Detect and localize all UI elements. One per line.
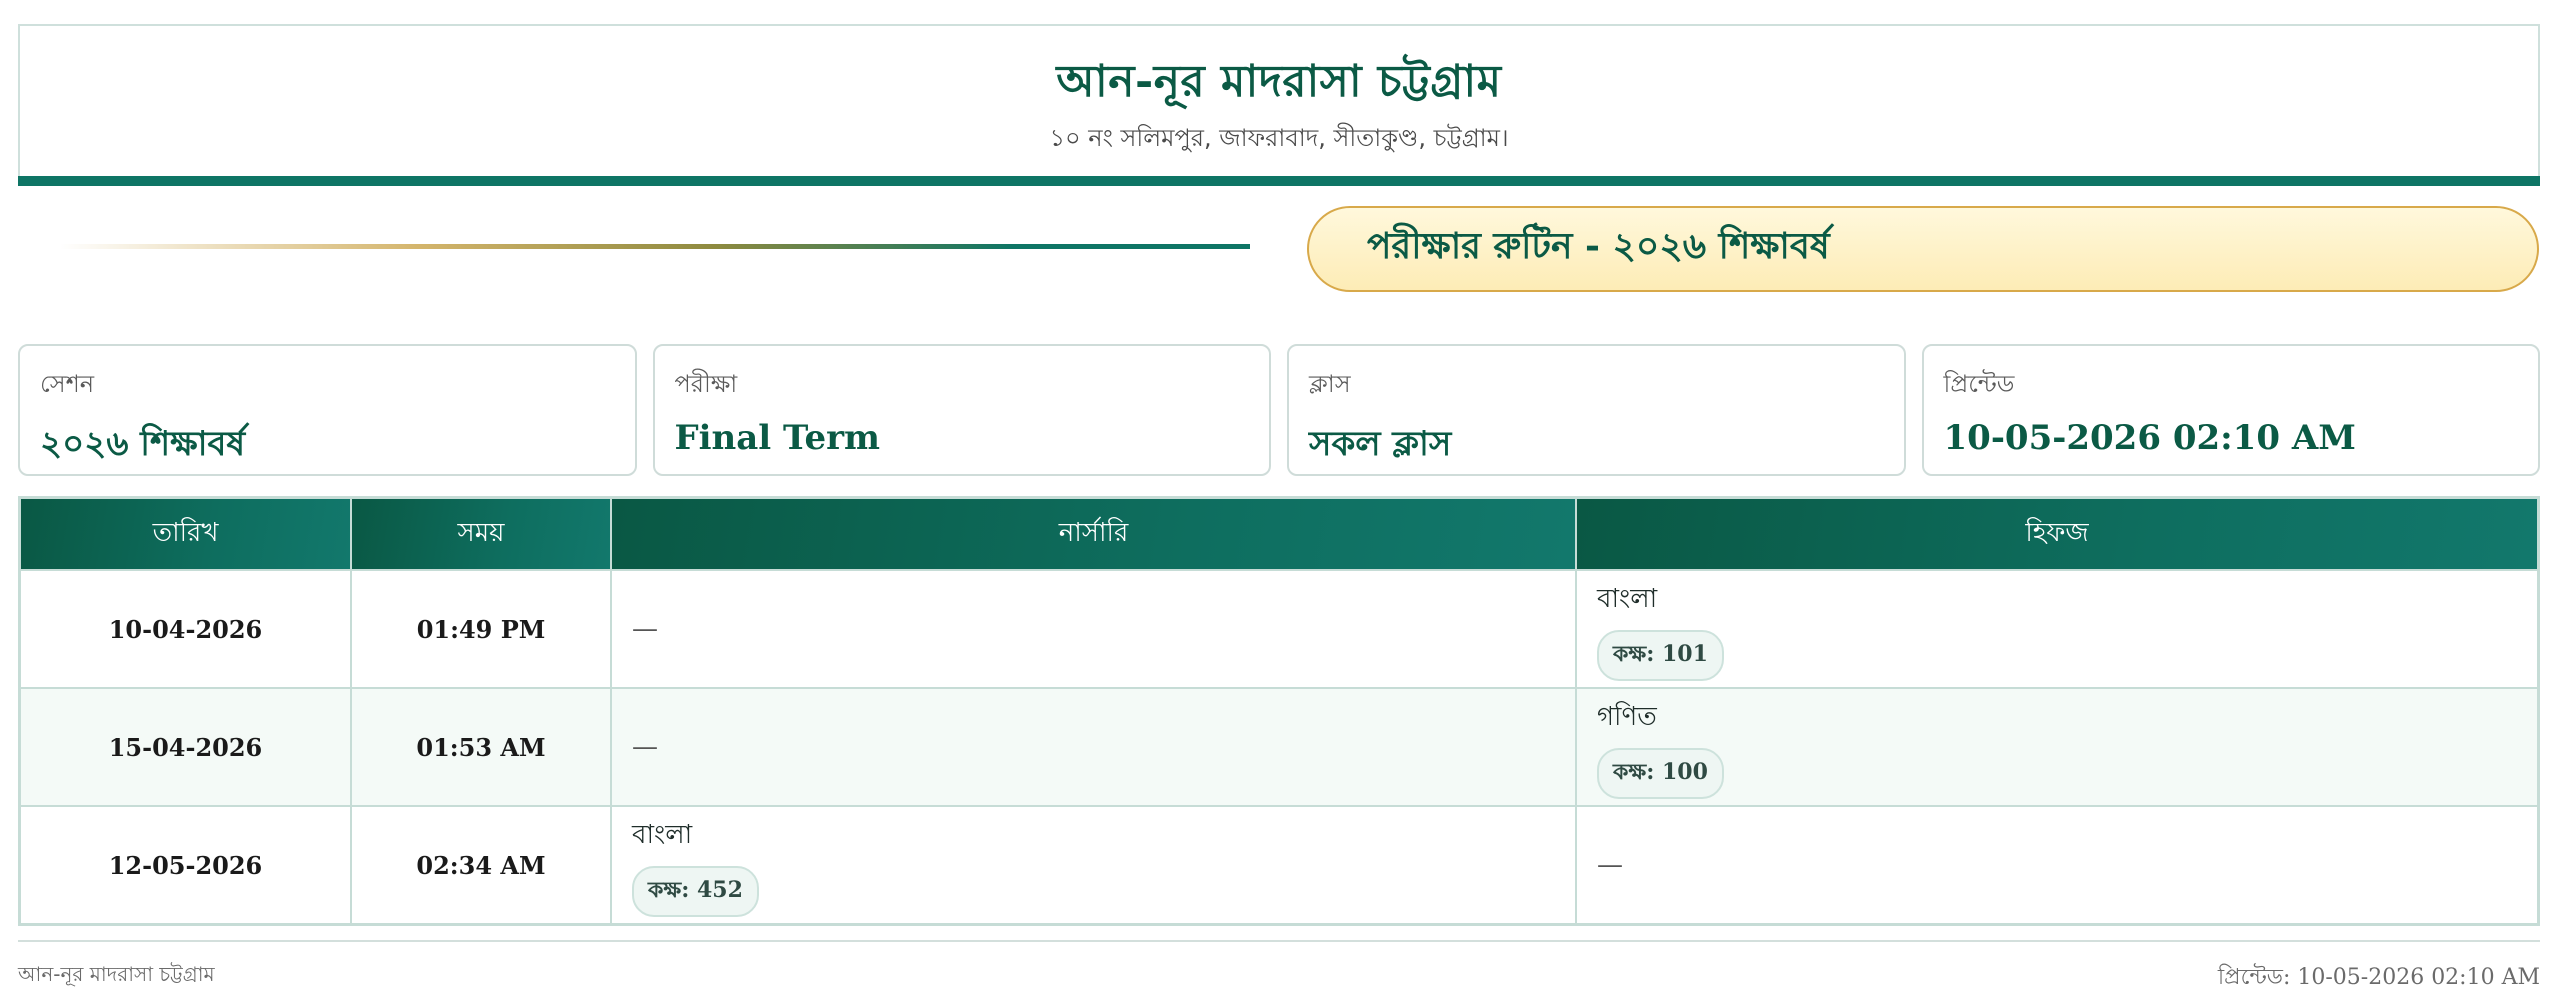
printed-label: প্রিন্টেড: [1943, 370, 2015, 398]
session-label: সেশন: [40, 370, 95, 398]
session-value: ২০২৬ শিক্ষাবর্ষ: [40, 424, 246, 464]
cell-hifz: —: [1576, 805, 2537, 923]
empty-dash: —: [1597, 850, 1623, 880]
printed-value: 10-05-2026 02:10 AM: [1943, 418, 2356, 458]
class-card: ক্লাস সকল ক্লাস: [1287, 344, 1906, 476]
subject-name: বাংলা: [1597, 583, 1658, 614]
cell-time: 02:34 AM: [351, 805, 612, 923]
table-row: 12-05-2026 02:34 AM বাংলা কক্ষ: 452 —: [21, 805, 2537, 923]
routine-title: পরীক্ষার রুটিন - ২০২৬ শিক্ষাবর্ষ: [1367, 225, 1830, 267]
cell-hifz: গণিত কক্ষ: 100: [1576, 687, 2537, 806]
table-header-row: তারিখ সময় নার্সারি হিফজ: [21, 499, 2537, 570]
cell-time: 01:49 PM: [351, 569, 612, 688]
empty-dash: —: [632, 614, 658, 644]
table-row: 15-04-2026 01:53 AM — গণিত কক্ষ: 100: [21, 687, 2537, 806]
printed-card: প্রিন্টেড 10-05-2026 02:10 AM: [1921, 344, 2540, 476]
room-badge: কক্ষ: 101: [1597, 629, 1724, 681]
document-header: আন-নূর মাদরাসা চট্টগ্রাম ১০ নং সলিমপুর, …: [18, 24, 2540, 182]
exam-label: পরীক্ষা: [674, 370, 738, 398]
column-header-time: সময়: [351, 499, 612, 570]
column-header-hifz: হিফজ: [1576, 499, 2537, 570]
table-row: 10-04-2026 01:49 PM — বাংলা কক্ষ: 101: [21, 569, 2537, 688]
institution-address: ১০ নং সলিমপুর, জাফরাবাদ, সীতাকুণ্ড, চট্ট…: [1049, 124, 1509, 152]
column-header-date: তারিখ: [21, 499, 352, 570]
class-label: ক্লাস: [1309, 370, 1351, 398]
room-badge: কক্ষ: 100: [1597, 747, 1724, 799]
cell-nursery: —: [611, 687, 1577, 806]
column-header-nursery: নার্সারি: [611, 499, 1577, 570]
cell-date: 10-04-2026: [21, 569, 352, 688]
institution-title: আন-নূর মাদরাসা চট্টগ্রাম: [1056, 56, 1502, 107]
footer-institution: আন-নূর মাদরাসা চট্টগ্রাম: [18, 962, 215, 986]
title-decorative-line: [60, 244, 1250, 249]
subject-name: বাংলা: [632, 819, 693, 850]
routine-table: তারিখ সময় নার্সারি হিফজ 10-04-2026 01:4…: [21, 499, 2537, 923]
room-badge: কক্ষ: 452: [632, 865, 759, 917]
subject-name: গণিত: [1597, 701, 1657, 732]
cell-date: 12-05-2026: [21, 805, 352, 923]
cell-time: 01:53 AM: [351, 687, 612, 806]
footer-divider: [18, 940, 2540, 942]
class-value: সকল ক্লাস: [1309, 424, 1452, 464]
exam-value: Final Term: [674, 418, 880, 458]
footer-printed: প্রিন্টেড: 10-05-2026 02:10 AM: [2217, 965, 2540, 990]
cell-hifz: বাংলা কক্ষ: 101: [1576, 569, 2537, 688]
routine-title-banner: পরীক্ষার রুটিন - ২০২৬ শিক্ষাবর্ষ: [1307, 206, 2539, 292]
header-divider-bar: [18, 176, 2540, 186]
routine-table-wrapper: তারিখ সময় নার্সারি হিফজ 10-04-2026 01:4…: [18, 496, 2540, 926]
exam-card: পরীক্ষা Final Term: [652, 344, 1271, 476]
info-cards: সেশন ২০২৬ শিক্ষাবর্ষ পরীক্ষা Final Term …: [18, 344, 2540, 476]
cell-date: 15-04-2026: [21, 687, 352, 806]
cell-nursery: —: [611, 569, 1577, 688]
empty-dash: —: [632, 732, 658, 762]
session-card: সেশন ২০২৬ শিক্ষাবর্ষ: [18, 344, 637, 476]
cell-nursery: বাংলা কক্ষ: 452: [611, 805, 1577, 923]
